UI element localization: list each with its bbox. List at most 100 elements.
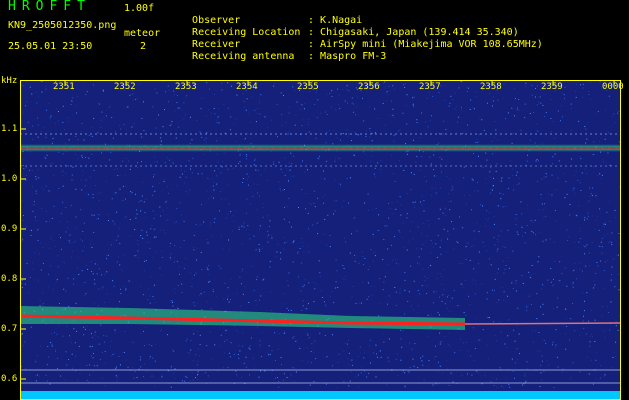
noise-speck (326, 93, 328, 95)
noise-speck (579, 156, 581, 158)
noise-speck (586, 138, 588, 140)
noise-speck (423, 379, 425, 381)
noise-speck (612, 367, 614, 369)
noise-speck (465, 258, 467, 260)
noise-speck (120, 269, 122, 271)
noise-speck (25, 174, 27, 176)
noise-speck (325, 306, 327, 307)
noise-speck (448, 193, 449, 195)
noise-speck (230, 211, 232, 213)
noise-speck (236, 94, 238, 96)
noise-speck (147, 299, 149, 301)
noise-speck (141, 118, 143, 119)
noise-speck (113, 169, 115, 170)
noise-speck (572, 282, 574, 284)
noise-speck (278, 381, 280, 383)
noise-speck (51, 217, 53, 219)
noise-speck (26, 226, 27, 228)
noise-speck (453, 290, 455, 292)
noise-speck (510, 160, 512, 162)
noise-speck (103, 90, 105, 92)
noise-speck (271, 234, 273, 236)
noise-speck (594, 284, 596, 286)
noise-speck (287, 132, 289, 134)
noise-speck (552, 121, 554, 122)
noise-speck (284, 303, 286, 305)
noise-speck (21, 287, 23, 288)
noise-speck (154, 156, 156, 158)
noise-speck (360, 302, 362, 304)
noise-speck (562, 92, 563, 94)
noise-speck (162, 126, 164, 128)
noise-speck (416, 155, 418, 157)
noise-speck (572, 362, 574, 364)
noise-speck (134, 371, 136, 373)
noise-speck (467, 124, 469, 126)
noise-speck (467, 373, 468, 375)
noise-speck (389, 114, 391, 116)
noise-speck (48, 102, 50, 104)
noise-speck (288, 181, 290, 182)
noise-speck (398, 263, 400, 265)
noise-speck (196, 302, 198, 304)
noise-speck (116, 375, 118, 377)
noise-speck (246, 173, 248, 175)
noise-speck (186, 338, 188, 340)
noise-speck (122, 199, 124, 201)
noise-speck (444, 336, 446, 337)
noise-speck (125, 129, 127, 131)
noise-speck (370, 161, 372, 163)
noise-speck (343, 267, 345, 269)
noise-speck (242, 182, 243, 183)
noise-speck (242, 268, 243, 270)
noise-speck (378, 214, 380, 216)
noise-speck (384, 276, 386, 278)
noise-speck (211, 196, 212, 198)
noise-speck (382, 82, 384, 84)
noise-speck (156, 161, 158, 163)
noise-speck (392, 212, 394, 214)
noise-speck (106, 271, 108, 273)
noise-speck (470, 99, 472, 101)
noise-speck (445, 128, 447, 130)
noise-speck (294, 90, 296, 92)
noise-speck (448, 234, 450, 236)
noise-speck (454, 108, 456, 110)
noise-speck (290, 175, 292, 177)
noise-speck (495, 170, 497, 172)
noise-speck (500, 180, 502, 182)
noise-speck (474, 190, 476, 192)
noise-speck (144, 363, 145, 365)
noise-speck (433, 168, 434, 170)
noise-speck (176, 185, 178, 187)
noise-speck (101, 377, 103, 379)
noise-speck (116, 381, 118, 383)
noise-speck (342, 133, 344, 134)
noise-speck (503, 299, 505, 301)
noise-speck (553, 278, 554, 280)
noise-speck (308, 228, 309, 230)
noise-speck (521, 384, 523, 386)
noise-speck (392, 108, 394, 110)
noise-speck (302, 286, 304, 288)
noise-speck (48, 190, 50, 192)
noise-speck (159, 137, 161, 139)
noise-speck (518, 109, 520, 111)
noise-speck (137, 250, 139, 252)
noise-speck (269, 266, 271, 268)
noise-speck (250, 143, 252, 145)
noise-speck (473, 360, 475, 362)
noise-speck (608, 95, 610, 97)
noise-speck (80, 179, 82, 181)
noise-speck (515, 218, 517, 220)
noise-speck (573, 269, 575, 271)
noise-speck (363, 370, 365, 372)
noise-speck (189, 189, 190, 191)
noise-speck (315, 92, 317, 94)
noise-speck (54, 122, 56, 124)
noise-speck (393, 134, 395, 136)
noise-speck (241, 376, 243, 378)
x-tick-label: 2351 (53, 82, 75, 92)
noise-speck (184, 380, 186, 382)
noise-speck (502, 97, 504, 99)
